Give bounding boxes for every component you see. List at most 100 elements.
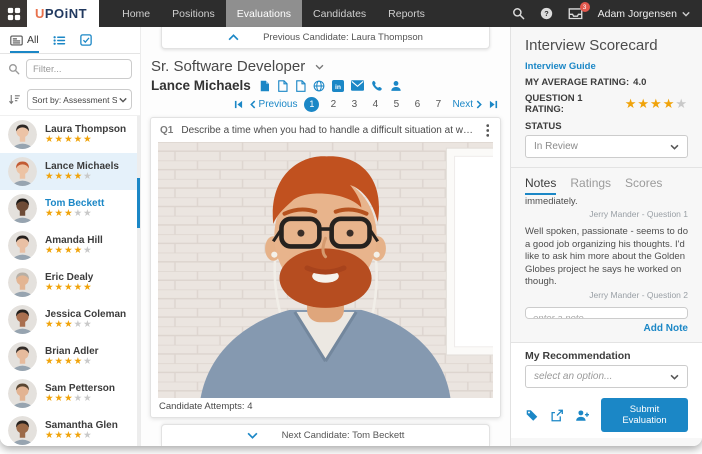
add-user-icon[interactable] bbox=[575, 409, 590, 422]
brand-logo[interactable]: UPOiNT bbox=[27, 0, 99, 27]
question-menu-icon[interactable] bbox=[484, 124, 492, 137]
note-item: Well spoken, passionate - seems to do a … bbox=[525, 226, 688, 300]
recommendation-value: select an option... bbox=[534, 371, 670, 382]
share-icon[interactable] bbox=[550, 409, 564, 422]
profile-icon[interactable] bbox=[390, 80, 402, 92]
note-author: Jerry Mander - Question 1 bbox=[525, 209, 688, 219]
sort-select[interactable]: Sort by: Assessment Score bbox=[27, 89, 132, 110]
sidebar-tabs: All bbox=[0, 27, 140, 54]
linkedin-icon[interactable]: in bbox=[332, 80, 344, 92]
submit-evaluation-button[interactable]: Submit Evaluation bbox=[601, 398, 688, 432]
star-filled-icon: ★ bbox=[83, 282, 93, 293]
scorecard-tab-notes[interactable]: Notes bbox=[525, 176, 556, 195]
nav-item-candidates[interactable]: Candidates bbox=[302, 0, 377, 27]
candidate-rating: ★★★★★ bbox=[45, 246, 103, 256]
star-empty-icon: ★ bbox=[83, 245, 93, 256]
last-page-button[interactable] bbox=[489, 100, 498, 109]
star-filled-icon: ★ bbox=[64, 356, 74, 367]
candidate-row[interactable]: Tom Beckett ★★★★★ bbox=[0, 190, 140, 227]
tab-list-view[interactable] bbox=[53, 27, 66, 53]
candidate-video[interactable] bbox=[158, 142, 493, 398]
star-filled-icon: ★ bbox=[55, 356, 65, 367]
tag-icon[interactable] bbox=[525, 409, 539, 422]
scrollbar-thumb[interactable] bbox=[137, 178, 140, 228]
nav-item-evaluations[interactable]: Evaluations bbox=[226, 0, 302, 27]
candidate-rating: ★★★★★ bbox=[45, 209, 104, 219]
avatar bbox=[8, 379, 37, 408]
star-filled-icon: ★ bbox=[74, 282, 84, 293]
avatar bbox=[8, 268, 37, 297]
user-menu[interactable]: Adam Jorgensen bbox=[598, 8, 690, 20]
email-icon[interactable] bbox=[351, 80, 364, 91]
scorecard-title: Interview Scorecard bbox=[525, 37, 688, 54]
star-empty-icon: ★ bbox=[83, 171, 93, 182]
star-filled-icon: ★ bbox=[45, 245, 55, 256]
pagination-page[interactable]: 7 bbox=[431, 99, 445, 110]
status-select[interactable]: In Review bbox=[525, 135, 688, 158]
tab-all[interactable]: All bbox=[10, 27, 39, 53]
star-filled-icon: ★ bbox=[64, 282, 74, 293]
resume-icon[interactable] bbox=[259, 80, 270, 92]
candidate-row[interactable]: Laura Thompson ★★★★★ bbox=[0, 116, 140, 153]
star-filled-icon: ★ bbox=[55, 134, 65, 145]
svg-text:in: in bbox=[335, 84, 341, 91]
page-numbers: 1234567 bbox=[304, 97, 445, 112]
nav-item-home[interactable]: Home bbox=[111, 0, 161, 27]
star-filled-icon: ★ bbox=[64, 245, 74, 256]
question1-rating-stars[interactable]: ★★★★★ bbox=[625, 96, 688, 112]
pagination-page[interactable]: 2 bbox=[326, 99, 340, 110]
website-icon[interactable] bbox=[313, 80, 325, 92]
note-item: This candidate is amazing, we should bri… bbox=[525, 195, 688, 219]
checkbox-icon bbox=[80, 34, 92, 46]
contact-icons: in bbox=[259, 80, 402, 92]
phone-icon[interactable] bbox=[371, 80, 383, 92]
position-title: Sr. Software Developer bbox=[151, 58, 305, 75]
help-icon[interactable]: ? bbox=[540, 7, 553, 20]
scorecard-tab-ratings[interactable]: Ratings bbox=[570, 176, 611, 195]
recommendation-select[interactable]: select an option... bbox=[525, 365, 688, 388]
average-rating-label: MY AVERAGE RATING: bbox=[525, 77, 629, 88]
document-icon[interactable] bbox=[295, 80, 306, 92]
star-filled-icon: ★ bbox=[64, 319, 74, 330]
candidate-row[interactable]: Eric Dealy ★★★★★ bbox=[0, 264, 140, 301]
pagination-page[interactable]: 4 bbox=[368, 99, 382, 110]
candidate-row[interactable]: Amanda Hill ★★★★★ bbox=[0, 227, 140, 264]
first-page-button[interactable] bbox=[234, 100, 243, 109]
next-page-button[interactable]: Next bbox=[452, 99, 482, 110]
nav-item-positions[interactable]: Positions bbox=[161, 0, 226, 27]
list-icon bbox=[53, 35, 66, 46]
chevron-down-icon[interactable] bbox=[315, 64, 324, 70]
candidate-row[interactable]: Jessica Coleman ★★★★★ bbox=[0, 301, 140, 338]
filter-input[interactable] bbox=[26, 59, 132, 79]
search-icon[interactable] bbox=[512, 7, 525, 20]
star-empty-icon: ★ bbox=[675, 96, 688, 111]
pagination-page[interactable]: 1 bbox=[304, 97, 319, 112]
search-icon bbox=[8, 63, 20, 75]
previous-page-button[interactable]: Previous bbox=[250, 99, 298, 110]
note-input[interactable] bbox=[525, 307, 688, 319]
star-empty-icon: ★ bbox=[74, 319, 84, 330]
pagination-page[interactable]: 6 bbox=[410, 99, 424, 110]
pagination-page[interactable]: 3 bbox=[347, 99, 361, 110]
next-candidate-bar[interactable]: Next Candidate: Tom Beckett bbox=[161, 424, 490, 446]
candidate-row[interactable]: Samantha Glen ★★★★★ bbox=[0, 412, 140, 446]
star-filled-icon: ★ bbox=[64, 430, 74, 441]
candidate-row[interactable]: Brian Adler ★★★★★ bbox=[0, 338, 140, 375]
app-grid-icon[interactable] bbox=[0, 0, 27, 27]
top-navbar: UPOiNT HomePositionsEvaluationsCandidate… bbox=[0, 0, 702, 27]
nav-item-reports[interactable]: Reports bbox=[377, 0, 436, 27]
star-filled-icon: ★ bbox=[74, 134, 84, 145]
scorecard-tab-scores[interactable]: Scores bbox=[625, 176, 662, 195]
interview-guide-link[interactable]: Interview Guide bbox=[525, 61, 688, 72]
scrollbar-track bbox=[137, 116, 140, 446]
add-note-link[interactable]: Add Note bbox=[525, 323, 688, 334]
previous-candidate-bar[interactable]: Previous Candidate: Laura Thompson bbox=[161, 27, 490, 49]
pagination-page[interactable]: 5 bbox=[389, 99, 403, 110]
star-filled-icon: ★ bbox=[64, 208, 74, 219]
inbox-icon[interactable]: 3 bbox=[568, 7, 583, 20]
candidate-row[interactable]: Sam Petterson ★★★★★ bbox=[0, 375, 140, 412]
candidate-row[interactable]: Lance Michaels ★★★★★ bbox=[0, 153, 140, 190]
tab-selected-view[interactable] bbox=[80, 27, 92, 53]
document-icon[interactable] bbox=[277, 80, 288, 92]
star-filled-icon: ★ bbox=[45, 208, 55, 219]
